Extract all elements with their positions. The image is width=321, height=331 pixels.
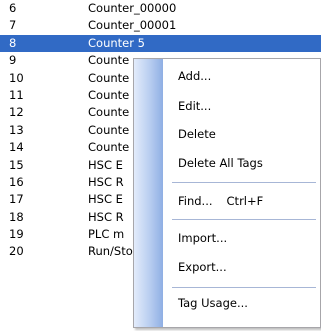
menu-item-tag-usage[interactable]: Tag Usage...: [178, 296, 248, 310]
row-number: 11: [9, 87, 24, 102]
tag-name: Counte: [88, 70, 130, 85]
tag-name: Counter_00001: [88, 18, 177, 33]
tag-name: HSC E: [88, 192, 123, 207]
tag-name: Counter 5: [88, 35, 145, 50]
table-row-selected[interactable]: 8 Counter 5: [0, 34, 321, 53]
row-number: 20: [9, 244, 24, 259]
tag-name: Counter_00000: [88, 1, 177, 15]
menu-item-find[interactable]: Find... Ctrl+F: [178, 194, 263, 208]
shortcut-label: Ctrl+F: [226, 194, 264, 208]
menu-item-add[interactable]: Add...: [178, 69, 211, 83]
row-number: 18: [9, 209, 24, 224]
row-number: 17: [9, 192, 24, 207]
tag-name: PLC m: [88, 227, 125, 242]
row-number: 8: [9, 35, 17, 50]
context-menu: Add... Edit... Delete Delete All Tags Fi…: [133, 58, 321, 328]
row-number: 13: [9, 122, 24, 137]
row-number: 7: [9, 18, 17, 33]
row-number: 12: [9, 105, 24, 120]
table-row[interactable]: 7 Counter_00001: [0, 17, 321, 34]
menu-item-delete[interactable]: Delete: [178, 127, 216, 141]
table-row[interactable]: 6 Counter_00000: [0, 0, 321, 17]
tag-name: Counte: [88, 53, 130, 68]
menu-icon-gutter: [134, 59, 163, 327]
tag-name: Counte: [88, 122, 130, 137]
menu-separator: [172, 287, 316, 288]
row-number: 15: [9, 157, 24, 172]
menu-separator: [172, 182, 316, 183]
tag-name: HSC R: [88, 174, 124, 189]
menu-item-edit[interactable]: Edit...: [178, 99, 211, 113]
tag-name: HSC R: [88, 209, 124, 224]
row-number: 10: [9, 70, 24, 85]
menu-separator: [172, 219, 316, 220]
row-number: 9: [9, 53, 17, 68]
row-number: 19: [9, 227, 24, 242]
menu-item-export[interactable]: Export...: [178, 260, 227, 274]
menu-item-find-label: Find...: [178, 194, 213, 208]
menu-item-delete-all-tags[interactable]: Delete All Tags: [178, 156, 263, 170]
row-number: 14: [9, 140, 24, 155]
tag-name: Counte: [88, 105, 130, 120]
menu-item-import[interactable]: Import...: [178, 231, 227, 245]
row-number: 6: [9, 1, 17, 15]
tag-name: Counte: [88, 140, 130, 155]
row-number: 16: [9, 174, 24, 189]
tag-name: Counte: [88, 87, 130, 102]
tag-name: HSC E: [88, 157, 123, 172]
